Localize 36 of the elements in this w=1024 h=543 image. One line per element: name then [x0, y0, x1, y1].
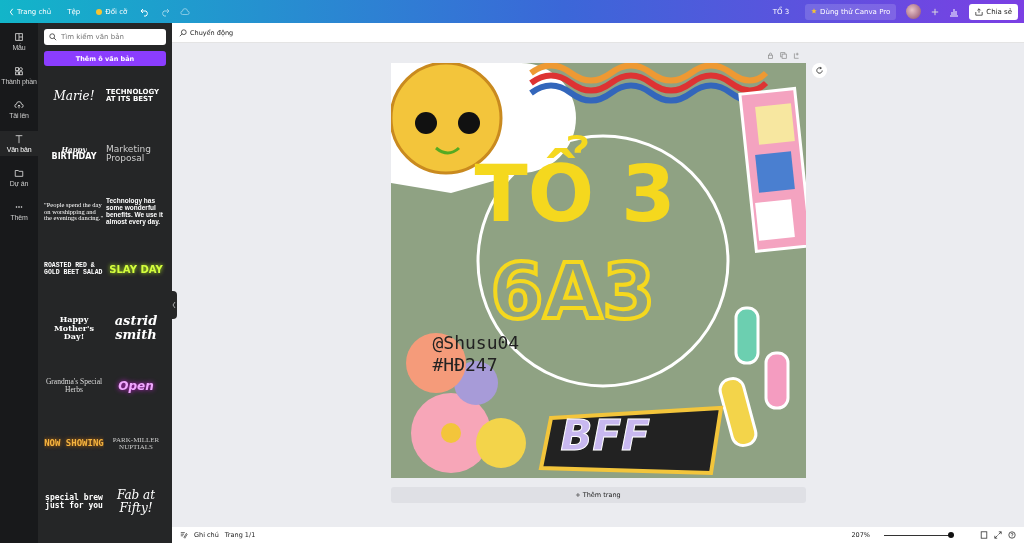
redo-icon[interactable] — [160, 6, 171, 17]
notes-icon[interactable] — [180, 531, 188, 539]
animate-icon — [179, 28, 187, 37]
text-template[interactable]: Open — [106, 358, 166, 414]
text-template[interactable]: Fab at Fifty! — [106, 474, 166, 530]
help-icon[interactable] — [1008, 531, 1016, 539]
zoom-slider-thumb[interactable] — [947, 531, 954, 538]
text-template[interactable]: astrid smith — [106, 300, 166, 356]
fullscreen-icon[interactable] — [994, 531, 1002, 539]
chart-icon[interactable] — [949, 6, 960, 17]
star-icon — [811, 7, 818, 14]
add-page-icon[interactable] — [792, 52, 800, 59]
text-template[interactable]: Happy Mother's Day! — [44, 300, 104, 356]
duplicate-icon[interactable] — [779, 52, 787, 59]
text-icon — [14, 134, 24, 144]
lock-icon[interactable] — [766, 52, 774, 59]
design-hashtag-text[interactable]: #HĐ247 — [432, 355, 498, 375]
text-template[interactable]: Marketing Proposal — [106, 126, 166, 182]
rotate-icon — [814, 66, 824, 75]
page-grid-icon[interactable] — [980, 531, 988, 539]
text-template[interactable]: special brew just for you — [44, 474, 104, 530]
plus-icon[interactable] — [931, 7, 940, 16]
folder-icon — [14, 168, 24, 178]
undo-icon[interactable] — [140, 6, 151, 17]
rotate-button[interactable] — [811, 63, 827, 78]
layout-icon — [14, 32, 24, 42]
text-template[interactable]: SLAY DAY — [106, 242, 166, 298]
upload-icon — [14, 100, 24, 110]
avatar[interactable] — [906, 4, 922, 19]
text-template[interactable]: Marie! — [44, 68, 104, 124]
back-chevron-icon — [9, 7, 14, 16]
text-template[interactable]: NOW SHOWING — [44, 416, 104, 472]
share-icon — [975, 7, 984, 16]
collapse-handle[interactable] — [171, 291, 177, 319]
cloud-icon[interactable] — [180, 6, 191, 17]
shapes-icon — [14, 66, 24, 76]
